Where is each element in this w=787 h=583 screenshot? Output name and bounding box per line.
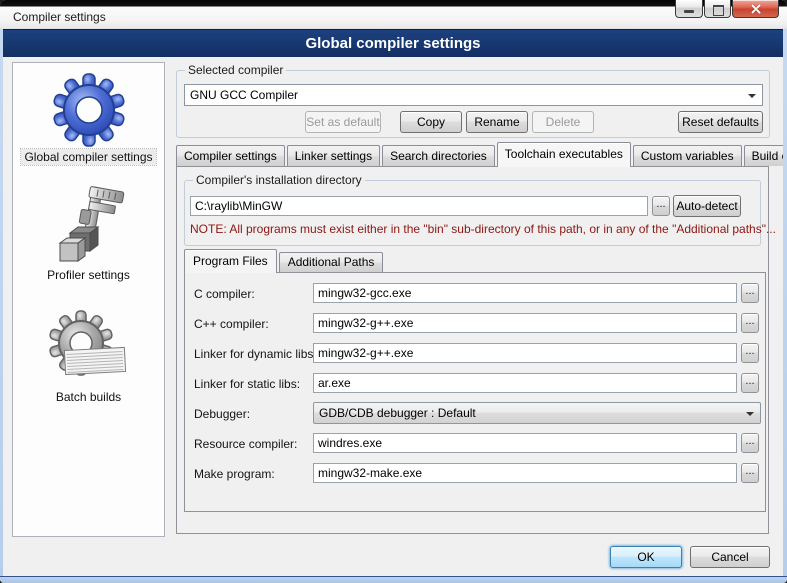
sidebar-item-label: Profiler settings — [44, 267, 133, 283]
sidebar-item-batch-builds[interactable]: Batch builds — [47, 309, 131, 405]
gray-gear-papers-icon — [47, 309, 131, 389]
compiler-tabs: Compiler settings Linker settings Search… — [176, 142, 787, 166]
window-controls — [675, 0, 779, 18]
linker-dynamic-input[interactable] — [313, 343, 737, 363]
c-compiler-browse-button[interactable]: ... — [741, 283, 759, 303]
sidebar-item-profiler-settings[interactable]: Profiler settings — [44, 185, 133, 283]
settings-category-list: Global compiler settings — [12, 62, 165, 537]
maximize-icon — [713, 5, 724, 16]
tab-build-options[interactable]: Build options — [744, 145, 787, 166]
linker-dynamic-browse-button[interactable]: ... — [741, 343, 759, 363]
tab-linker-settings[interactable]: Linker settings — [287, 145, 380, 166]
chevron-down-icon — [746, 412, 754, 416]
window-frame-right — [783, 29, 787, 583]
minimize-button[interactable] — [675, 0, 703, 18]
sidebar-item-label: Batch builds — [53, 389, 124, 405]
install-dir-note: NOTE: All programs must exist either in … — [190, 222, 776, 236]
cancel-button[interactable]: Cancel — [690, 546, 770, 568]
blue-gear-icon — [51, 71, 127, 149]
ok-button[interactable]: OK — [610, 546, 682, 568]
make-program-browse-button[interactable]: ... — [741, 463, 759, 483]
chevron-down-icon — [748, 94, 756, 98]
selected-compiler-group-label: Selected compiler — [185, 63, 286, 77]
tab-toolchain-executables[interactable]: Toolchain executables — [497, 142, 631, 167]
sidebar-item-global-compiler-settings[interactable]: Global compiler settings — [21, 71, 155, 165]
linker-dynamic-label: Linker for dynamic libs: — [194, 347, 317, 361]
auto-detect-button[interactable]: Auto-detect — [673, 195, 741, 217]
set-as-default-button[interactable]: Set as default — [305, 111, 381, 133]
compiler-settings-dialog: Compiler settings Global compiler settin… — [0, 0, 787, 583]
linker-static-browse-button[interactable]: ... — [741, 373, 759, 393]
tab-compiler-settings[interactable]: Compiler settings — [176, 145, 285, 166]
linker-static-input[interactable] — [313, 373, 737, 393]
make-program-input[interactable] — [313, 463, 737, 483]
debugger-select-value: GDB/CDB debugger : Default — [319, 406, 476, 420]
resource-compiler-browse-button[interactable]: ... — [741, 433, 759, 453]
copy-button[interactable]: Copy — [400, 111, 462, 133]
minimize-icon — [684, 10, 694, 13]
window-frame-left — [0, 29, 3, 583]
compiler-select-value: GNU GCC Compiler — [190, 88, 298, 102]
caliper-icon — [48, 185, 128, 267]
page-title: Global compiler settings — [3, 29, 783, 57]
cpp-compiler-input[interactable] — [313, 313, 737, 333]
tab-custom-variables[interactable]: Custom variables — [633, 145, 742, 166]
window-title: Compiler settings — [13, 10, 106, 24]
make-program-label: Make program: — [194, 467, 275, 481]
c-compiler-label: C compiler: — [194, 287, 255, 301]
debugger-label: Debugger: — [194, 407, 250, 421]
title-bar[interactable]: Compiler settings — [0, 0, 787, 29]
compiler-select[interactable]: GNU GCC Compiler — [184, 84, 763, 106]
install-dir-input[interactable] — [190, 196, 648, 216]
debugger-select[interactable]: GDB/CDB debugger : Default — [313, 402, 761, 424]
subtab-program-files[interactable]: Program Files — [184, 249, 277, 273]
window-frame-bottom — [0, 576, 787, 583]
maximize-button[interactable] — [704, 0, 731, 18]
cpp-compiler-label: C++ compiler: — [194, 317, 269, 331]
reset-defaults-button[interactable]: Reset defaults — [678, 111, 763, 133]
resource-compiler-label: Resource compiler: — [194, 437, 297, 451]
cpp-compiler-browse-button[interactable]: ... — [741, 313, 759, 333]
delete-button[interactable]: Delete — [532, 111, 594, 133]
install-dir-group-label: Compiler's installation directory — [193, 173, 365, 187]
sidebar-item-label: Global compiler settings — [21, 149, 155, 165]
install-dir-browse-button[interactable]: ... — [652, 196, 670, 216]
rename-button[interactable]: Rename — [466, 111, 528, 133]
c-compiler-input[interactable] — [313, 283, 737, 303]
tab-search-directories[interactable]: Search directories — [382, 145, 495, 166]
program-files-subtabs: Program Files Additional Paths — [184, 249, 385, 272]
close-icon — [750, 3, 762, 15]
subtab-additional-paths[interactable]: Additional Paths — [279, 252, 384, 272]
resource-compiler-input[interactable] — [313, 433, 737, 453]
linker-static-label: Linker for static libs: — [194, 377, 300, 391]
close-button[interactable] — [732, 0, 779, 18]
